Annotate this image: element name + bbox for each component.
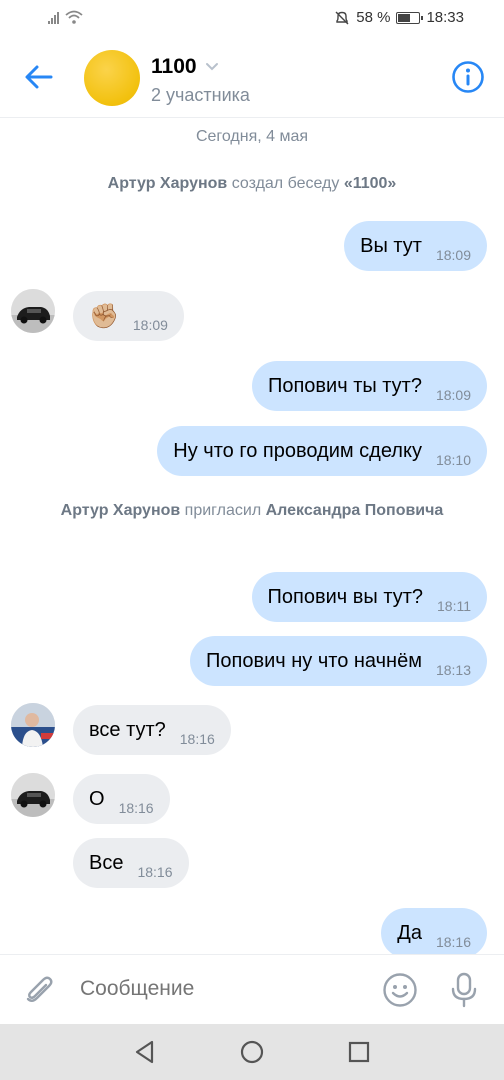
chat-title: 1100: [151, 55, 197, 78]
chat-subtitle: 2 участника: [151, 85, 250, 105]
android-nav-bar: [0, 1024, 504, 1080]
status-bar: 58 % 18:33: [0, 0, 504, 38]
sender-avatar[interactable]: [11, 703, 55, 747]
chat-avatar[interactable]: [84, 50, 140, 106]
invited-user-name[interactable]: Александра Поповича: [266, 502, 444, 519]
message-text: О: [89, 787, 105, 810]
message-text: Попович ну что начнём: [206, 649, 422, 672]
creator-name[interactable]: Артур Харунов: [108, 175, 228, 192]
message-outgoing[interactable]: Вы тут 18:09: [344, 221, 487, 271]
signal-icon: [48, 10, 59, 24]
message-text: Попович ты тут?: [267, 374, 422, 397]
message-outgoing[interactable]: Попович ну что начнём 18:13: [190, 636, 487, 686]
message-time: 18:16: [118, 800, 154, 816]
battery-percent: 58 %: [356, 9, 391, 26]
created-action: создал беседу: [231, 175, 340, 192]
message-time: 18:16: [137, 864, 173, 880]
message-outgoing[interactable]: Попович вы тут? 18:11: [251, 572, 487, 622]
paperclip-icon[interactable]: [22, 973, 56, 1007]
signal-wifi-group: [48, 10, 83, 24]
sender-avatar[interactable]: [11, 773, 55, 817]
message-time: 18:09: [435, 247, 471, 263]
system-message-created: Артур Харунов создал беседу «1100»: [60, 172, 444, 195]
clock: 18:33: [426, 9, 464, 26]
created-chat-name: «1100»: [343, 175, 397, 192]
system-message-invited: Артур Харунов пригласил Александра Попов…: [60, 499, 444, 522]
invited-action: пригласил: [184, 502, 262, 519]
message-incoming[interactable]: Все 18:16: [73, 838, 189, 888]
date-separator: Сегодня, 4 мая: [195, 128, 309, 145]
nav-back-icon[interactable]: [132, 1038, 158, 1066]
message-text: Ну что го проводим сделку: [173, 439, 422, 462]
message-time: 18:10: [435, 452, 471, 468]
inviter-name[interactable]: Артур Харунов: [61, 502, 181, 519]
message-text: Все: [89, 851, 124, 874]
smile-icon[interactable]: [382, 972, 418, 1008]
message-input[interactable]: [80, 977, 370, 1001]
message-incoming[interactable]: О 18:16: [73, 774, 170, 824]
message-time: 18:16: [179, 731, 215, 747]
message-list[interactable]: Сегодня, 4 мая Артур Харунов создал бесе…: [0, 118, 504, 954]
chevron-down-icon: [205, 63, 218, 71]
message-incoming[interactable]: ✊🏼 18:09: [73, 291, 184, 341]
message-time: 18:11: [437, 598, 471, 614]
info-icon[interactable]: [451, 60, 485, 94]
message-time: 18:09: [435, 387, 471, 403]
message-outgoing[interactable]: Да 18:16: [381, 908, 487, 954]
car-avatar-image: [11, 773, 55, 817]
chat-header: 1100 2 участника: [0, 38, 504, 118]
car-avatar-image: [11, 289, 55, 333]
message-incoming[interactable]: все тут? 18:16: [73, 705, 231, 755]
mute-icon: [335, 11, 349, 24]
message-text: Вы тут: [360, 234, 422, 257]
microphone-icon[interactable]: [447, 971, 481, 1009]
message-text: все тут?: [89, 718, 166, 741]
nav-home-icon[interactable]: [239, 1038, 265, 1066]
message-time: 18:13: [435, 662, 471, 678]
back-arrow-icon[interactable]: [22, 60, 56, 94]
battery-icon: [396, 11, 424, 24]
message-text: Да: [397, 921, 422, 944]
message-outgoing[interactable]: Ну что го проводим сделку 18:10: [157, 426, 487, 476]
message-time: 18:09: [132, 317, 168, 333]
message-time: 18:16: [435, 934, 471, 950]
message-outgoing[interactable]: Попович ты тут? 18:09: [251, 361, 487, 411]
chat-title-row[interactable]: 1100: [151, 55, 219, 79]
nav-recents-icon[interactable]: [346, 1038, 372, 1066]
message-emoji: ✊🏼: [89, 302, 119, 330]
photo-avatar-image: [11, 703, 55, 747]
wifi-icon: [65, 10, 83, 24]
message-text: Попович вы тут?: [267, 585, 423, 608]
sender-avatar[interactable]: [11, 289, 55, 333]
message-composer: [0, 954, 504, 1024]
